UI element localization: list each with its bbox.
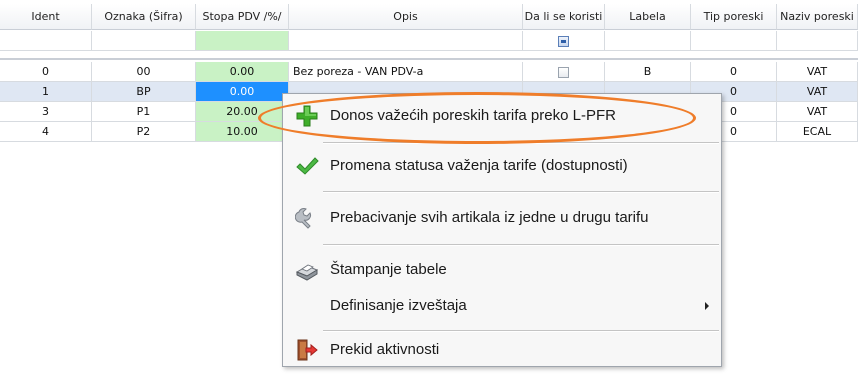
menu-item-label: Donos važećih poreskih tarifa preko L-PF…: [330, 107, 616, 124]
submenu-arrow-icon: [705, 302, 709, 310]
menu-item-label: Definisanje izveštaja: [330, 297, 467, 314]
cell-naziv[interactable]: VAT: [777, 82, 858, 102]
cell-labela[interactable]: B: [605, 62, 691, 82]
koristi-checkbox[interactable]: [558, 66, 569, 78]
menu-item-prekid-aktivnosti[interactable]: Prekid aktivnosti: [283, 332, 721, 368]
cell-stopa[interactable]: 0.00: [196, 62, 289, 82]
menu-item-promena-statusa[interactable]: Promena statusa važenja tarife (dostupno…: [283, 148, 721, 184]
column-header-opis[interactable]: Opis: [289, 4, 523, 30]
menu-item-donos-tarifa[interactable]: Donos važećih poreskih tarifa preko L-PF…: [283, 98, 721, 134]
cell-oznaka[interactable]: P1: [92, 102, 196, 122]
cell-naziv[interactable]: ECAL: [777, 122, 858, 142]
column-header-koristi[interactable]: Da li se koristi: [523, 4, 605, 30]
menu-item-label: Prekid aktivnosti: [330, 341, 440, 358]
menu-item-label: Promena statusa važenja tarife (dostupno…: [330, 157, 628, 174]
exit-door-icon: [295, 338, 319, 362]
column-header-ident[interactable]: Ident: [0, 4, 92, 30]
cell-tip[interactable]: 0: [691, 62, 777, 82]
menu-item-prebacivanje-artikala[interactable]: Prebacivanje svih artikala iz jedne u dr…: [283, 200, 721, 236]
column-header-oznaka[interactable]: Oznaka (Šifra): [92, 4, 196, 30]
cell-ident[interactable]: 1: [0, 82, 92, 102]
menu-item-stampanje-tabele[interactable]: Štampanje tabele: [283, 252, 721, 288]
cell-naziv[interactable]: VAT: [777, 62, 858, 82]
cell-oznaka[interactable]: P2: [92, 122, 196, 142]
column-header-labela[interactable]: Labela: [605, 4, 691, 30]
wrench-icon: [294, 206, 319, 230]
checkmark-icon: [295, 154, 319, 178]
column-header-naziv[interactable]: Naziv poreski: [777, 4, 858, 30]
cell-stopa[interactable]: 10.00: [196, 122, 289, 142]
filter-koristi[interactable]: [523, 31, 605, 51]
filter-checkbox[interactable]: [558, 35, 569, 47]
menu-item-label: Štampanje tabele: [330, 261, 447, 278]
filter-stopa[interactable]: [196, 31, 289, 51]
cell-naziv[interactable]: VAT: [777, 102, 858, 122]
cell-koristi[interactable]: [523, 62, 605, 82]
filter-labela[interactable]: [605, 31, 691, 51]
filter-opis[interactable]: [289, 31, 523, 51]
filter-separator: [0, 58, 858, 60]
column-header-tip[interactable]: Tip poreski: [691, 4, 777, 30]
column-header-stopa[interactable]: Stopa PDV /%/: [196, 4, 289, 30]
filter-oznaka[interactable]: [92, 31, 196, 51]
cell-stopa[interactable]: 20.00: [196, 102, 289, 122]
printer-icon: [295, 258, 319, 282]
context-menu: Donos važećih poreskih tarifa preko L-PF…: [282, 93, 722, 367]
cell-ident[interactable]: 3: [0, 102, 92, 122]
cell-ident[interactable]: 0: [0, 62, 92, 82]
menu-separator: [323, 244, 719, 246]
cell-ident[interactable]: 4: [0, 122, 92, 142]
cell-oznaka[interactable]: BP: [92, 82, 196, 102]
cell-stopa-selected[interactable]: 0.00: [196, 82, 289, 102]
menu-item-label: Prebacivanje svih artikala iz jedne u dr…: [330, 209, 649, 226]
filter-ident[interactable]: [0, 31, 92, 51]
menu-separator: [323, 142, 719, 144]
plus-icon: [295, 104, 319, 128]
filter-naziv[interactable]: [777, 31, 858, 51]
menu-item-definisanje-izvestaja[interactable]: Definisanje izveštaja: [283, 288, 721, 324]
menu-separator: [323, 191, 719, 193]
cell-opis[interactable]: Bez poreza - VAN PDV-a: [289, 62, 523, 82]
cell-oznaka[interactable]: 00: [92, 62, 196, 82]
filter-tip[interactable]: [691, 31, 777, 51]
